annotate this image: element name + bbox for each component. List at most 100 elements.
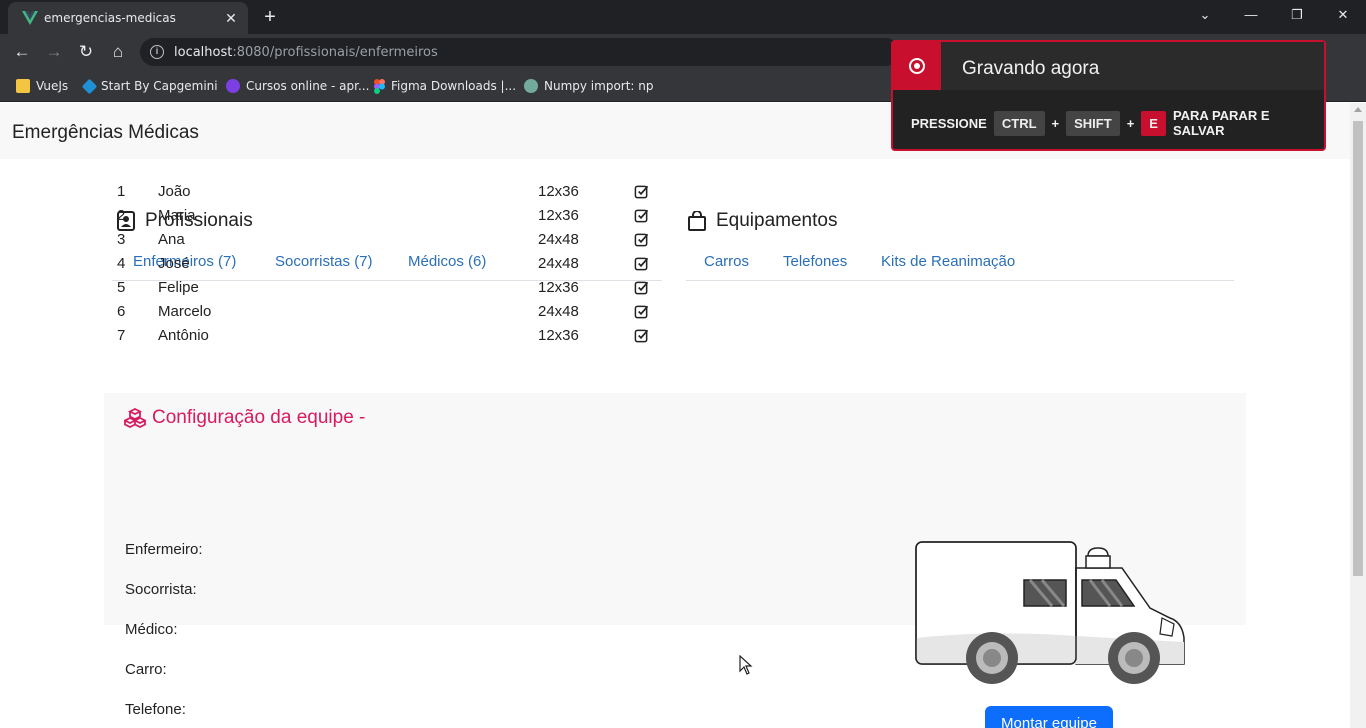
row-number: 4 xyxy=(117,254,126,272)
udemy-icon xyxy=(226,79,240,93)
tab-search-icon[interactable]: ⌄ xyxy=(1192,4,1218,26)
minimize-icon[interactable]: — xyxy=(1238,4,1264,26)
table-row: 5 Felipe 12x36 xyxy=(112,275,662,299)
row-size: 12x36 xyxy=(538,206,579,224)
app-brand[interactable]: Emergências Médicas xyxy=(12,122,199,144)
row-size: 12x36 xyxy=(538,182,579,200)
row-select[interactable] xyxy=(634,323,662,347)
row-size: 24x48 xyxy=(538,254,579,272)
row-size: 12x36 xyxy=(538,326,579,344)
recording-indicator xyxy=(893,42,941,90)
table-row: 7 Antônio 12x36 xyxy=(112,323,662,347)
browser-tabstrip: emergencias-medicas ✕ + ⌄ — ❐ ✕ xyxy=(0,0,1366,34)
browser-tab[interactable]: emergencias-medicas ✕ xyxy=(8,2,248,34)
field-carro: Carro: xyxy=(125,661,167,678)
record-icon xyxy=(909,58,925,74)
row-select[interactable] xyxy=(634,203,662,227)
equipamentos-header: Equipamentos xyxy=(688,210,837,232)
close-window-icon[interactable]: ✕ xyxy=(1330,4,1356,26)
equipamentos-title: Equipamentos xyxy=(716,210,838,231)
field-socorrista: Socorrista: xyxy=(125,581,197,598)
row-number: 7 xyxy=(117,326,126,344)
url-text: localhost:8080/profissionais/enfermeiros xyxy=(174,45,438,60)
boxes-icon xyxy=(124,408,146,428)
check-square-icon[interactable] xyxy=(634,304,649,319)
check-square-icon[interactable] xyxy=(634,280,649,295)
row-name: Marcelo xyxy=(158,302,212,320)
back-icon[interactable]: ← xyxy=(10,40,34,64)
bookmark-cursos[interactable]: Cursos online - apr... xyxy=(226,77,369,95)
row-name: José xyxy=(158,254,190,272)
configuracao-header: Configuração da equipe - xyxy=(124,407,365,429)
vue-logo-icon xyxy=(22,11,38,25)
row-name: Felipe xyxy=(158,278,199,296)
key-ctrl: CTRL xyxy=(993,110,1045,136)
key-shift: SHIFT xyxy=(1066,110,1120,136)
row-select[interactable] xyxy=(634,251,662,275)
check-square-icon[interactable] xyxy=(634,184,649,199)
scroll-thumb[interactable] xyxy=(1353,121,1363,576)
row-size: 24x48 xyxy=(538,302,579,320)
row-number: 3 xyxy=(117,230,126,248)
tab-telefones[interactable]: Telefones xyxy=(783,253,847,270)
table-row: 2 Maria 12x36 xyxy=(112,203,662,227)
address-bar[interactable]: i localhost:8080/profissionais/enfermeir… xyxy=(140,38,900,66)
field-medico: Médico: xyxy=(125,621,178,638)
tab-carros[interactable]: Carros xyxy=(704,253,749,270)
check-square-icon[interactable] xyxy=(634,232,649,247)
table-row: 6 Marcelo 24x48 xyxy=(112,299,662,323)
row-name: João xyxy=(158,182,191,200)
home-icon[interactable]: ⌂ xyxy=(106,40,130,64)
site-info-icon[interactable]: i xyxy=(150,45,164,59)
row-number: 6 xyxy=(117,302,126,320)
row-select[interactable] xyxy=(634,179,662,203)
bag-icon xyxy=(688,211,706,231)
new-tab-button[interactable]: + xyxy=(258,6,282,28)
key-e: E xyxy=(1141,110,1166,136)
configuracao-title: Configuração da equipe - xyxy=(152,407,366,428)
bookmark-capgemini[interactable]: Start By Capgemini xyxy=(81,77,218,95)
ambulance-illustration xyxy=(915,541,1185,684)
row-select[interactable] xyxy=(634,299,662,323)
recording-title: Gravando agora xyxy=(962,58,1100,79)
scroll-up-icon[interactable] xyxy=(1354,107,1362,112)
close-tab-icon[interactable]: ✕ xyxy=(222,9,240,27)
bookmark-vuejs[interactable]: VueJs xyxy=(16,77,68,95)
tab-title: emergencias-medicas xyxy=(44,11,176,25)
recording-instructions: PRESSIONE CTRL + SHIFT + E PARA PARAR E … xyxy=(911,108,1270,138)
check-square-icon[interactable] xyxy=(634,256,649,271)
bookmark-numpy[interactable]: Numpy import: np xyxy=(524,77,654,95)
profissionais-table: 1 João 12x36 2 Maria 12x36 3 Ana 24x48 4 José 24x48… xyxy=(112,179,662,347)
montar-equipe-button[interactable]: Montar equipe xyxy=(985,706,1113,728)
check-square-icon[interactable] xyxy=(634,208,649,223)
table-row: 3 Ana 24x48 xyxy=(112,227,662,251)
forward-icon[interactable]: → xyxy=(42,40,66,64)
recording-header: Gravando agora xyxy=(893,42,1324,90)
row-select[interactable] xyxy=(634,275,662,299)
check-square-icon[interactable] xyxy=(634,328,649,343)
recording-overlay: Gravando agora PRESSIONE CTRL + SHIFT + … xyxy=(891,40,1326,151)
restore-icon[interactable]: ❐ xyxy=(1284,4,1310,26)
row-name: Maria xyxy=(158,206,196,224)
figma-icon xyxy=(374,78,385,94)
table-row: 4 José 24x48 xyxy=(112,251,662,275)
row-number: 5 xyxy=(117,278,126,296)
table-row: 1 João 12x36 xyxy=(112,179,662,203)
row-size: 12x36 xyxy=(538,278,579,296)
bookmark-figma[interactable]: Figma Downloads |... xyxy=(374,77,516,95)
row-number: 1 xyxy=(117,182,126,200)
folder-icon xyxy=(16,79,30,93)
page-scrollbar[interactable] xyxy=(1350,103,1366,728)
tab-kits[interactable]: Kits de Reanimação xyxy=(881,253,1015,270)
capgemini-icon xyxy=(81,78,98,94)
row-number: 2 xyxy=(117,206,126,224)
row-select[interactable] xyxy=(634,227,662,251)
field-enfermeiro: Enfermeiro: xyxy=(125,541,203,558)
row-name: Ana xyxy=(158,230,185,248)
chatgpt-icon xyxy=(524,79,538,93)
row-size: 24x48 xyxy=(538,230,579,248)
row-name: Antônio xyxy=(158,326,209,344)
reload-icon[interactable]: ↻ xyxy=(74,40,98,64)
mouse-cursor-icon xyxy=(739,655,753,675)
equipamentos-tabs: Carros Telefones Kits de Reanimação xyxy=(686,243,1234,281)
